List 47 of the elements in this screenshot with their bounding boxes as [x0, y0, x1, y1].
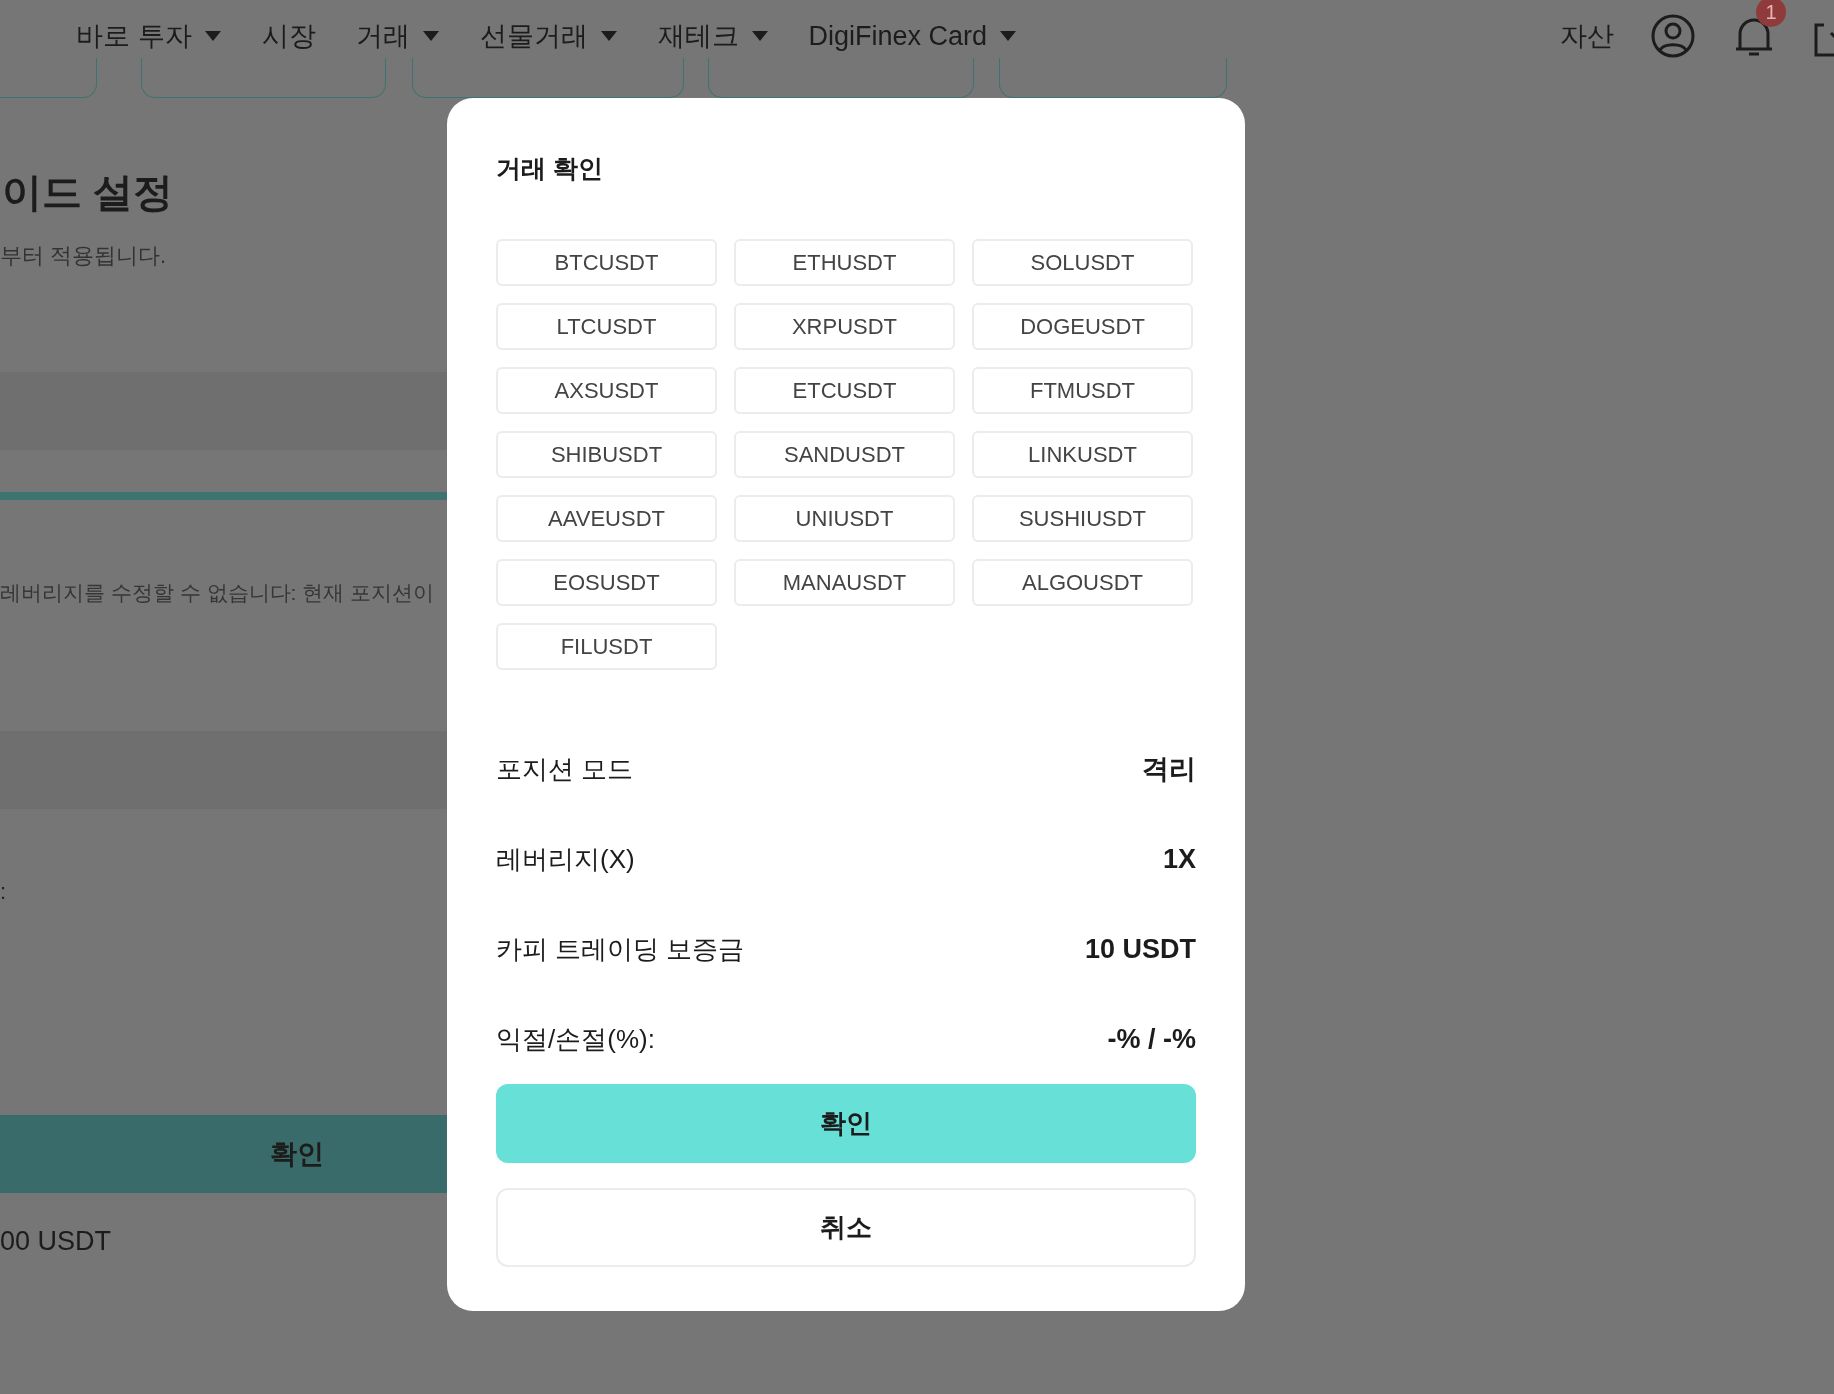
nav-menu-item[interactable]: DigiFinex Card	[808, 15, 1018, 57]
pair-chip: UNIUSDT	[734, 495, 955, 542]
pair-chip: SANDUSDT	[734, 431, 955, 478]
nav-menu-item[interactable]: 재테크	[657, 15, 769, 57]
pair-chip: LTCUSDT	[496, 303, 717, 350]
pair-chip: LINKUSDT	[972, 431, 1193, 478]
detail-label: 포지션 모드	[496, 752, 634, 786]
pair-chip: SOLUSDT	[972, 239, 1193, 286]
detail-label: 레버리지(X)	[496, 842, 635, 876]
pair-chip: AXSUSDT	[496, 367, 717, 414]
pair-chip: DOGEUSDT	[972, 303, 1193, 350]
page-title: 이드 설정	[2, 169, 175, 216]
notification-badge: 1	[1756, 0, 1786, 27]
nav-menu-item[interactable]: 시장	[261, 15, 316, 57]
detail-value: -% / -%	[1107, 1022, 1196, 1056]
pair-chip: BTCUSDT	[496, 239, 717, 286]
modal-title: 거래 확인	[496, 153, 604, 184]
confirm-button[interactable]: 확인	[496, 1084, 1196, 1163]
amount-text: 00 USDT	[0, 1225, 113, 1258]
tab-outline[interactable]	[0, 58, 97, 98]
detail-value: 1X	[1162, 842, 1196, 876]
detail-value: 10 USDT	[1084, 932, 1196, 966]
assets-link[interactable]: 자산	[1560, 15, 1614, 57]
field-label: :	[0, 878, 8, 906]
detail-value: 격리	[1142, 752, 1196, 786]
pair-chip: EOSUSDT	[496, 559, 717, 606]
nav-menu-item[interactable]: 선물거래	[479, 15, 618, 57]
pair-chip: SUSHIUSDT	[972, 495, 1193, 542]
nav-menu-item[interactable]: 바로 투자	[76, 15, 222, 57]
tab-outline[interactable]	[141, 58, 386, 98]
nav-menu-item[interactable]: 거래	[355, 15, 440, 57]
confirm-button[interactable]: 확인	[0, 1115, 447, 1193]
pair-chip: FTMUSDT	[972, 367, 1193, 414]
pair-chip: XRPUSDT	[734, 303, 955, 350]
pair-chip: ALGOUSDT	[972, 559, 1193, 606]
pair-chip: FILUSDT	[496, 623, 717, 670]
pair-chip: SHIBUSDT	[496, 431, 717, 478]
leverage-notice: 레버리지를 수정할 수 없습니다: 현재 포지션이	[0, 580, 435, 606]
pair-chip: ETHUSDT	[734, 239, 955, 286]
cancel-button[interactable]: 취소	[496, 1188, 1196, 1267]
pair-chip: ETCUSDT	[734, 367, 955, 414]
pair-chip: AAVEUSDT	[496, 495, 717, 542]
detail-label: 카피 트레이딩 보증금	[496, 932, 745, 966]
pair-chip: MANAUSDT	[734, 559, 955, 606]
detail-label: 익절/손절(%):	[496, 1022, 655, 1056]
user-icon[interactable]	[1650, 13, 1696, 59]
page-subtitle: 부터 적용됩니다.	[0, 242, 168, 270]
